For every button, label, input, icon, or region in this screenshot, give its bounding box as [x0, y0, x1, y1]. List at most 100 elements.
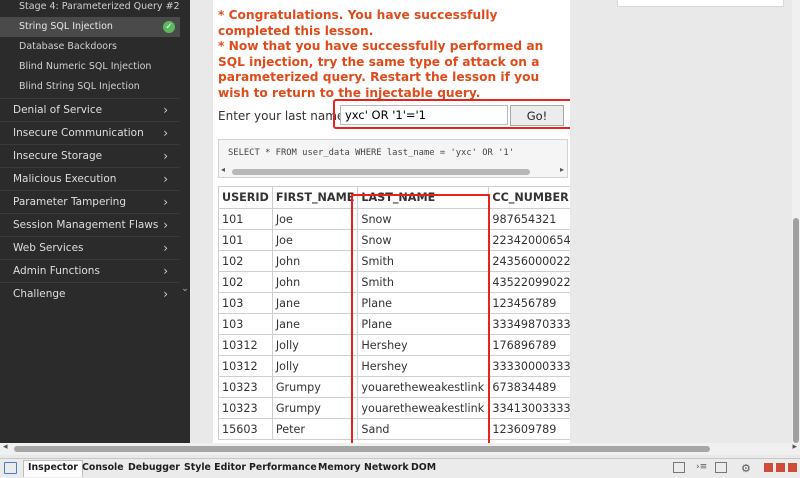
sidebar-stage-item[interactable]: Blind String SQL Injection [0, 77, 180, 97]
scroll-left-icon[interactable]: ◂ [221, 165, 225, 174]
sidebar-category-item[interactable]: Web Services › [0, 236, 180, 259]
table-cell: 101 [218, 208, 273, 230]
scroll-right-icon[interactable]: ▸ [792, 442, 797, 452]
table-cell: Grumpy [271, 397, 359, 419]
next-step-text: * Now that you have successfully perform… [218, 39, 544, 100]
sidebar-stage-item[interactable]: String SQL Injection ✓ [0, 17, 180, 37]
chevron-right-icon: › [163, 103, 168, 117]
devtools-tab[interactable]: Console [82, 462, 124, 473]
sidebar-category-item[interactable]: Admin Functions › [0, 259, 180, 282]
table-cell: Jane [271, 313, 359, 335]
table-row: 10312JollyHershey333300003333AMEX0 [218, 355, 570, 377]
chevron-right-icon: › [163, 218, 168, 232]
table-cell: Jolly [271, 334, 359, 356]
table-cell: Peter [271, 418, 359, 440]
congrats-text: * Congratulations. You have successfully… [218, 8, 498, 38]
sql-query-box: SELECT * FROM user_data WHERE last_name … [218, 139, 568, 178]
devtools-tab[interactable]: Performance [249, 462, 317, 473]
sidebar-category-label: Denial of Service [13, 104, 103, 116]
table-row: 10312JollyHershey176896789MC0 [218, 334, 570, 356]
input-highlight-box [333, 99, 570, 129]
sidebar-category-label: Malicious Execution [13, 173, 117, 185]
chevron-right-icon: › [163, 264, 168, 278]
sidebar-category-item[interactable]: Malicious Execution › [0, 167, 180, 190]
devtools-toolbar: Inspector Console Debugger Style Editor Perf… [0, 458, 800, 478]
sidebar-category-item[interactable]: Insecure Communication › [0, 121, 180, 144]
dock-side-icon[interactable] [776, 463, 785, 472]
table-cell: 10323 [218, 376, 273, 398]
sidebar-stage-item[interactable]: Database Backdoors [0, 37, 180, 57]
last-name-label: Enter your last name: [218, 109, 349, 123]
devtools-tab[interactable]: Memory [318, 462, 361, 473]
table-cell: 123456789 [488, 292, 570, 314]
table-cell: Plane [357, 313, 490, 335]
sidebar-category-label: Session Management Flaws [13, 219, 159, 231]
table-cell: 15603 [218, 418, 273, 440]
lesson-stage-list: Stage 4: Parameterized Query #2 String SQ… [0, 0, 180, 97]
table-row: 101JoeSnow2234200065411MC0 [218, 229, 570, 251]
table-cell: 102 [218, 271, 273, 293]
sidebar-stage-label: Stage 4: Parameterized Query #2 [19, 1, 180, 12]
table-cell: 10312 [218, 334, 273, 356]
element-picker-icon[interactable] [4, 462, 17, 474]
dock-icon[interactable] [715, 462, 727, 473]
table-header-row: USERIDFIRST_NAMELAST_NAMECC_NUMBERCC_TYP… [218, 186, 570, 209]
table-row: 103JanePlane333498703333AMEX0 [218, 313, 570, 335]
table-cell: 333300003333 [488, 355, 570, 377]
right-panel-edge [617, 0, 784, 7]
table-cell: John [271, 271, 359, 293]
table-cell: Plane [357, 292, 490, 314]
chevron-down-icon[interactable]: ⌄ [180, 284, 190, 294]
table-cell: Smith [357, 250, 490, 272]
table-cell: youaretheweakestlink [357, 397, 490, 419]
devtools-tab[interactable]: Inspector [23, 460, 83, 477]
table-cell: Snow [357, 229, 490, 251]
table-cell: Hershey [357, 334, 490, 356]
sidebar-category-item[interactable]: Insecure Storage › [0, 144, 180, 167]
table-cell: Joe [271, 229, 359, 251]
close-devtools-icon[interactable] [788, 463, 797, 472]
table-cell: 673834489 [488, 376, 570, 398]
table-cell: 2435600002222 [488, 250, 570, 272]
sidebar-category-item[interactable]: Session Management Flaws › [0, 213, 180, 236]
sidebar-stage-item[interactable]: Stage 4: Parameterized Query #2 [0, 0, 180, 17]
sidebar-category-item[interactable]: Challenge › [0, 282, 180, 305]
settings-gear-icon[interactable]: ⚙ [741, 462, 755, 475]
table-cell: Snow [357, 208, 490, 230]
devtools-tab[interactable]: DOM [411, 462, 436, 473]
sidebar-category-item[interactable]: Denial of Service › [0, 98, 180, 121]
category-list: Denial of Service › Insecure Communication… [0, 98, 180, 305]
sidebar-category-label: Parameter Tampering [13, 196, 126, 208]
sidebar-scrollbar[interactable]: ⌄ [180, 0, 190, 443]
sidebar-category-item[interactable]: Parameter Tampering › [0, 190, 180, 213]
horizontal-scroll-thumb[interactable] [14, 446, 710, 452]
table-cell: Smith [357, 271, 490, 293]
table-cell: Grumpy [271, 376, 359, 398]
column-header: USERID [218, 186, 273, 209]
table-cell: 2234200065411 [488, 229, 570, 251]
table-cell: Sand [357, 418, 490, 440]
page-horizontal-scrollbar[interactable]: ◂ ▸ [0, 442, 800, 455]
table-row: 15603PeterSand123609789MC0 [218, 418, 570, 440]
table-cell: 103 [218, 292, 273, 314]
dock-bottom-icon[interactable] [764, 463, 773, 472]
query-scroll-thumb[interactable] [232, 169, 530, 175]
query-scrollbar[interactable]: ◂ ▸ [219, 165, 567, 177]
scroll-right-icon[interactable]: ▸ [560, 165, 564, 174]
table-cell: Jane [271, 292, 359, 314]
sidebar-category-label: Insecure Storage [13, 150, 103, 162]
chevron-right-icon: › [163, 149, 168, 163]
console-split-icon[interactable]: ›≡ [696, 462, 708, 473]
responsive-design-icon[interactable] [673, 462, 685, 473]
sidebar-stage-item[interactable]: Blind Numeric SQL Injection [0, 57, 180, 77]
devtools-tab[interactable]: Network [364, 462, 409, 473]
table-cell: 123609789 [488, 418, 570, 440]
table-row: 101JoeSnow987654321VISA0 [218, 208, 570, 230]
chevron-right-icon: › [163, 195, 168, 209]
table-cell: 101 [218, 229, 273, 251]
devtools-tab[interactable]: Debugger [128, 462, 180, 473]
scroll-left-icon[interactable]: ◂ [3, 442, 8, 452]
devtools-tab[interactable]: Style Editor [184, 462, 246, 473]
page-vertical-scrollbar[interactable] [792, 0, 800, 443]
page-scroll-thumb[interactable] [793, 218, 799, 443]
